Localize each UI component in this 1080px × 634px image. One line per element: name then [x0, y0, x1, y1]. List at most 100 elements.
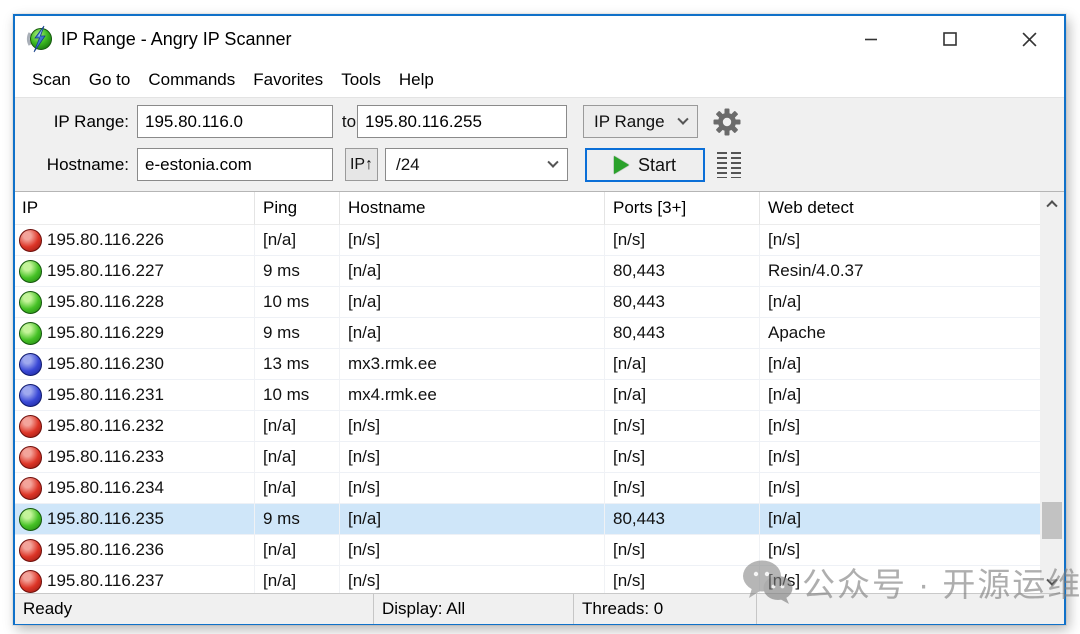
- window-title: IP Range - Angry IP Scanner: [61, 16, 291, 62]
- scrollbar-thumb[interactable]: [1042, 502, 1062, 539]
- cell-ip: 195.80.116.227: [47, 256, 164, 286]
- cell-ip: 195.80.116.233: [47, 442, 164, 472]
- start-button-label: Start: [638, 155, 676, 176]
- cell-webdetect: Apache: [760, 318, 1040, 349]
- scroll-down-button[interactable]: [1040, 574, 1064, 592]
- cell-hostname: mx3.rmk.ee: [340, 349, 605, 380]
- status-spacer: [757, 594, 1064, 624]
- cell-webdetect: [n/s]: [760, 473, 1040, 504]
- table-row[interactable]: 195.80.116.232 [n/a] [n/s] [n/s] [n/s]: [15, 411, 1040, 442]
- app-window: IP Range - Angry IP Scanner Scan Go to C…: [13, 14, 1066, 625]
- cell-ping: 10 ms: [255, 380, 340, 411]
- menu-item-goto[interactable]: Go to: [80, 63, 140, 97]
- column-header-ports[interactable]: Ports [3+]: [605, 192, 760, 225]
- gear-icon[interactable]: [712, 107, 742, 137]
- menu-bar: Scan Go to Commands Favorites Tools Help: [15, 62, 1064, 97]
- table-row[interactable]: 195.80.116.231 10 ms mx4.rmk.ee [n/a] [n…: [15, 380, 1040, 411]
- cell-ports: 80,443: [605, 287, 760, 318]
- feeder-select-value: IP Range: [594, 112, 665, 132]
- table-row[interactable]: 195.80.116.229 9 ms [n/a] 80,443 Apache: [15, 318, 1040, 349]
- menu-item-commands[interactable]: Commands: [139, 63, 244, 97]
- cell-hostname: [n/s]: [340, 473, 605, 504]
- status-ball-icon: [19, 229, 42, 252]
- start-button[interactable]: Start: [585, 148, 705, 182]
- cell-ping: [n/a]: [255, 473, 340, 504]
- status-ready: Ready: [15, 594, 374, 624]
- cell-ping: [n/a]: [255, 225, 340, 256]
- cell-ports: [n/s]: [605, 225, 760, 256]
- menu-item-help[interactable]: Help: [390, 63, 443, 97]
- status-ball-icon: [19, 539, 42, 562]
- status-threads: Threads: 0: [574, 594, 757, 624]
- cell-webdetect: [n/a]: [760, 504, 1040, 535]
- cell-ports: 80,443: [605, 504, 760, 535]
- ip-to-input[interactable]: [357, 105, 567, 138]
- status-ball-icon: [19, 353, 42, 376]
- maximize-button[interactable]: [927, 16, 973, 62]
- cell-ping: [n/a]: [255, 411, 340, 442]
- cell-ip: 195.80.116.232: [47, 411, 164, 441]
- column-header-hostname[interactable]: Hostname: [340, 192, 605, 225]
- cell-ip: 195.80.116.230: [47, 349, 164, 379]
- minimize-button[interactable]: [848, 16, 894, 62]
- cell-webdetect: [n/a]: [760, 349, 1040, 380]
- ip-from-input[interactable]: [137, 105, 333, 138]
- cell-ip: 195.80.116.229: [47, 318, 164, 348]
- table-row[interactable]: 195.80.116.237 [n/a] [n/s] [n/s] [n/s]: [15, 566, 1040, 593]
- hostname-input[interactable]: [137, 148, 333, 181]
- cell-ports: 80,443: [605, 318, 760, 349]
- netmask-select-value: /24: [396, 155, 420, 175]
- status-ball-icon: [19, 570, 42, 593]
- close-icon: [1022, 32, 1037, 47]
- cell-hostname: [n/a]: [340, 256, 605, 287]
- column-header-ping[interactable]: Ping: [255, 192, 340, 225]
- table-row[interactable]: 195.80.116.230 13 ms mx3.rmk.ee [n/a] [n…: [15, 349, 1040, 380]
- cell-ip: 195.80.116.235: [47, 504, 164, 534]
- scroll-up-button[interactable]: [1040, 194, 1064, 212]
- cell-webdetect: [n/s]: [760, 566, 1040, 593]
- status-ball-icon: [19, 260, 42, 283]
- table-row[interactable]: 195.80.116.234 [n/a] [n/s] [n/s] [n/s]: [15, 473, 1040, 504]
- cell-ping: [n/a]: [255, 566, 340, 593]
- cell-hostname: mx4.rmk.ee: [340, 380, 605, 411]
- menu-item-scan[interactable]: Scan: [23, 63, 80, 97]
- cell-ping: 13 ms: [255, 349, 340, 380]
- feeder-select[interactable]: IP Range: [583, 105, 698, 138]
- table-row[interactable]: 195.80.116.233 [n/a] [n/s] [n/s] [n/s]: [15, 442, 1040, 473]
- column-header-webdetect[interactable]: Web detect: [760, 192, 1040, 225]
- status-ball-icon: [19, 477, 42, 500]
- status-ball-icon: [19, 446, 42, 469]
- cell-ports: 80,443: [605, 256, 760, 287]
- chevron-down-icon: [547, 156, 558, 167]
- to-label: to: [339, 105, 359, 138]
- cell-ip: 195.80.116.237: [47, 566, 164, 593]
- menu-item-favorites[interactable]: Favorites: [244, 63, 332, 97]
- cell-hostname: [n/a]: [340, 287, 605, 318]
- cell-ip: 195.80.116.236: [47, 535, 164, 565]
- table-row[interactable]: 195.80.116.236 [n/a] [n/s] [n/s] [n/s]: [15, 535, 1040, 566]
- table-row[interactable]: 195.80.116.228 10 ms [n/a] 80,443 [n/a]: [15, 287, 1040, 318]
- cell-hostname: [n/s]: [340, 566, 605, 593]
- vertical-scrollbar[interactable]: [1040, 192, 1064, 593]
- cell-ports: [n/s]: [605, 535, 760, 566]
- table-row[interactable]: 195.80.116.235 9 ms [n/a] 80,443 [n/a]: [15, 504, 1040, 535]
- columns-icon[interactable]: [717, 152, 743, 178]
- cell-webdetect: [n/a]: [760, 287, 1040, 318]
- status-bar: Ready Display: All Threads: 0: [15, 593, 1064, 624]
- status-ball-icon: [19, 508, 42, 531]
- cell-ports: [n/s]: [605, 442, 760, 473]
- netmask-select[interactable]: /24: [385, 148, 568, 181]
- table-body: 195.80.116.226 [n/a] [n/s] [n/s] [n/s] 1…: [15, 225, 1064, 593]
- cell-ports: [n/a]: [605, 380, 760, 411]
- cell-ports: [n/a]: [605, 349, 760, 380]
- table-row[interactable]: 195.80.116.227 9 ms [n/a] 80,443 Resin/4…: [15, 256, 1040, 287]
- cell-webdetect: [n/s]: [760, 442, 1040, 473]
- close-button[interactable]: [1006, 16, 1052, 62]
- ip-up-button[interactable]: IP↑: [345, 148, 378, 181]
- table-header: IP Ping Hostname Ports [3+] Web detect: [15, 192, 1040, 225]
- column-header-ip[interactable]: IP: [15, 192, 255, 225]
- table-row[interactable]: 195.80.116.226 [n/a] [n/s] [n/s] [n/s]: [15, 225, 1040, 256]
- menu-item-tools[interactable]: Tools: [332, 63, 390, 97]
- cell-ping: 10 ms: [255, 287, 340, 318]
- play-icon: [614, 156, 629, 174]
